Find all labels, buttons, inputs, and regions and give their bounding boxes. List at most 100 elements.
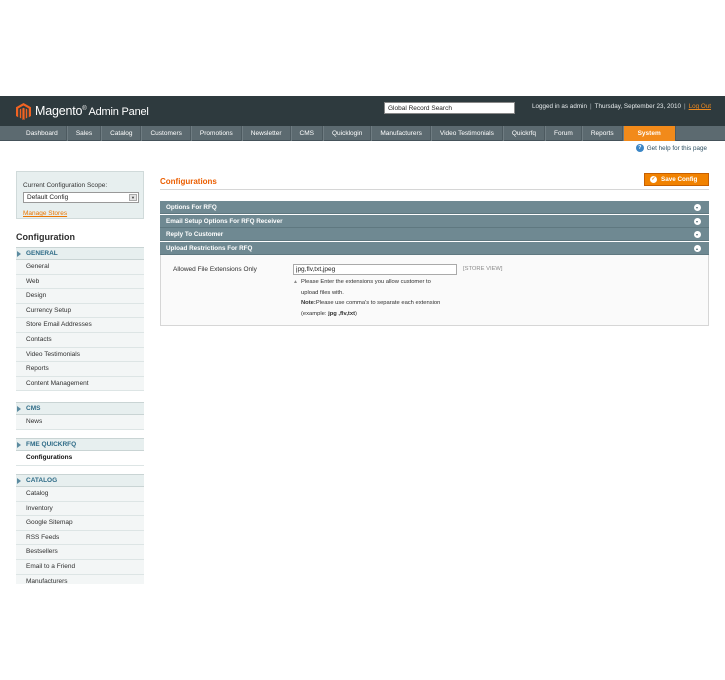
scope-label: Current Configuration Scope: — [23, 182, 108, 189]
sidebar-item-design[interactable]: Design — [16, 289, 144, 304]
nav-promotions[interactable]: Promotions — [190, 126, 242, 141]
nav-newsletter[interactable]: Newsletter — [241, 126, 291, 141]
scope-select[interactable]: Default Config ▼ — [23, 192, 139, 203]
separator: | — [683, 103, 686, 110]
expand-arrow-icon — [17, 406, 21, 412]
sidebar-item-catalog[interactable]: Catalog — [16, 487, 144, 502]
magento-logo-icon — [16, 102, 31, 120]
section-label: Reply To Customer — [166, 231, 224, 238]
note-text: upload files with. — [301, 289, 344, 296]
sidebar-item-content-management[interactable]: Content Management — [16, 376, 144, 392]
help-bar: ? Get help for this page — [0, 142, 725, 155]
group-title: GENERAL — [26, 250, 58, 257]
sidebar-group-general: GENERAL General Web Design Currency Setu… — [16, 247, 144, 392]
nav-catalog[interactable]: Catalog — [101, 126, 142, 141]
logged-in-text: Logged in as admin — [532, 103, 587, 110]
logout-link[interactable]: Log Out — [689, 103, 711, 110]
registered-mark: ® — [82, 105, 87, 112]
admin-app: Magento®Admin Panel Logged in as admin|T… — [0, 96, 725, 584]
note-label: Note: — [301, 300, 316, 306]
separator: | — [589, 103, 592, 110]
global-search-input[interactable] — [384, 102, 515, 114]
sidebar-item-video-testimonials[interactable]: Video Testimonials — [16, 347, 144, 363]
scope-value: Default Config — [27, 194, 69, 201]
logo-brand: Magento — [35, 104, 83, 118]
group-header-cms[interactable]: CMS — [16, 402, 144, 415]
sidebar-item-inventory[interactable]: Inventory — [16, 501, 144, 517]
nav-dashboard[interactable]: Dashboard — [16, 126, 67, 141]
nav-customers[interactable]: Customers — [141, 126, 191, 141]
nav-items: Dashboard Sales Catalog Customers Promot… — [16, 126, 676, 141]
help-link[interactable]: ? Get help for this page — [635, 144, 707, 152]
manage-stores-link[interactable]: Manage Stores — [23, 210, 67, 217]
group-header-catalog[interactable]: CATALOG — [16, 474, 144, 487]
sidebar-item-manufacturers[interactable]: Manufacturers — [16, 574, 144, 584]
sidebar-item-general[interactable]: General — [16, 260, 144, 275]
sidebar-group-catalog: CATALOG Catalog Inventory Google Sitemap… — [16, 474, 144, 584]
section-label: Upload Restrictions For RFQ — [166, 245, 253, 252]
sidebar-item-news[interactable]: News — [16, 415, 144, 430]
sidebar-group-fme-quickrfq: FME QUICKRFQ Configurations — [16, 438, 144, 466]
sidebar-item-configurations[interactable]: Configurations — [16, 451, 144, 466]
divider — [160, 189, 709, 190]
nav-quickrfq[interactable]: Quickrfq — [502, 126, 546, 141]
note-text: (example: — [301, 310, 329, 317]
note-text: ) — [355, 310, 357, 317]
expand-arrow-icon — [17, 478, 21, 484]
chevron-up-icon — [694, 245, 701, 252]
allowed-extensions-input[interactable] — [293, 264, 457, 275]
save-icon: ✓ — [650, 176, 657, 183]
nav-forum[interactable]: Forum — [545, 126, 582, 141]
sidebar: Current Configuration Scope: Default Con… — [16, 171, 145, 584]
group-title: CMS — [26, 405, 41, 412]
header-bar: Magento®Admin Panel Logged in as admin|T… — [0, 96, 725, 126]
nav-system[interactable]: System — [622, 126, 676, 141]
nav-video-testimonials[interactable]: Video Testimonials — [430, 126, 503, 141]
main-nav: Dashboard Sales Catalog Customers Promot… — [0, 126, 725, 141]
group-header-fme-quickrfq[interactable]: FME QUICKRFQ — [16, 438, 144, 451]
group-header-general[interactable]: GENERAL — [16, 247, 144, 260]
note-text: Please use comma's to separate each exte… — [315, 300, 441, 306]
allowed-extensions-label: Allowed File Extensions Only — [173, 266, 257, 273]
expand-arrow-icon — [17, 251, 21, 257]
section-reply-to-customer[interactable]: Reply To Customer — [160, 228, 709, 241]
section-options-for-rfq[interactable]: Options For RFQ — [160, 201, 709, 214]
section-label: Email Setup Options For RFQ Receiver — [166, 218, 283, 225]
sidebar-item-web[interactable]: Web — [16, 274, 144, 290]
sidebar-item-store-email-addresses[interactable]: Store Email Addresses — [16, 318, 144, 333]
note-arrow-icon: ▲ — [293, 279, 298, 285]
store-view-scope-label: [STORE VIEW] — [463, 266, 503, 272]
date-text: Thursday, September 23, 2010 — [594, 103, 681, 110]
logo[interactable]: Magento® Admin Panel — [16, 101, 149, 121]
chevron-down-icon — [694, 204, 701, 211]
sidebar-item-rss-feeds[interactable]: RSS Feeds — [16, 530, 144, 546]
help-text: Get help for this page — [646, 144, 707, 152]
sidebar-item-bestsellers[interactable]: Bestsellers — [16, 545, 144, 560]
logo-text: Magento® Admin Panel — [35, 104, 149, 118]
save-config-label: Save Config — [661, 176, 698, 183]
nav-sales[interactable]: Sales — [66, 126, 102, 141]
chevron-down-icon — [694, 218, 701, 225]
nav-cms[interactable]: CMS — [290, 126, 323, 141]
nav-reports[interactable]: Reports — [581, 126, 623, 141]
save-config-button[interactable]: ✓ Save Config — [644, 173, 709, 186]
chevron-down-icon — [694, 231, 701, 238]
field-note: ▲ Please Enter the extensions you allow c… — [293, 277, 440, 319]
nav-quicklogin[interactable]: Quicklogin — [322, 126, 372, 141]
help-icon: ? — [635, 144, 644, 152]
section-email-setup[interactable]: Email Setup Options For RFQ Receiver — [160, 215, 709, 228]
scope-switcher: Current Configuration Scope: Default Con… — [16, 171, 144, 219]
note-line: Note:Please use comma's to separate each… — [293, 298, 440, 309]
sidebar-item-email-to-a-friend[interactable]: Email to a Friend — [16, 559, 144, 575]
nav-manufacturers[interactable]: Manufacturers — [371, 126, 431, 141]
sidebar-item-google-sitemap[interactable]: Google Sitemap — [16, 516, 144, 531]
section-upload-restrictions[interactable]: Upload Restrictions For RFQ — [160, 242, 709, 255]
expand-arrow-icon — [17, 442, 21, 448]
upload-restrictions-fieldset: Allowed File Extensions Only [STORE VIEW… — [160, 255, 709, 326]
sidebar-item-contacts[interactable]: Contacts — [16, 332, 144, 348]
note-text: Please Enter the extensions you allow cu… — [301, 279, 431, 285]
sidebar-item-currency-setup[interactable]: Currency Setup — [16, 303, 144, 319]
sidebar-item-reports[interactable]: Reports — [16, 362, 144, 377]
note-line: (example: jpg ,flv,txt) — [293, 309, 440, 320]
group-title: FME QUICKRFQ — [26, 441, 77, 448]
